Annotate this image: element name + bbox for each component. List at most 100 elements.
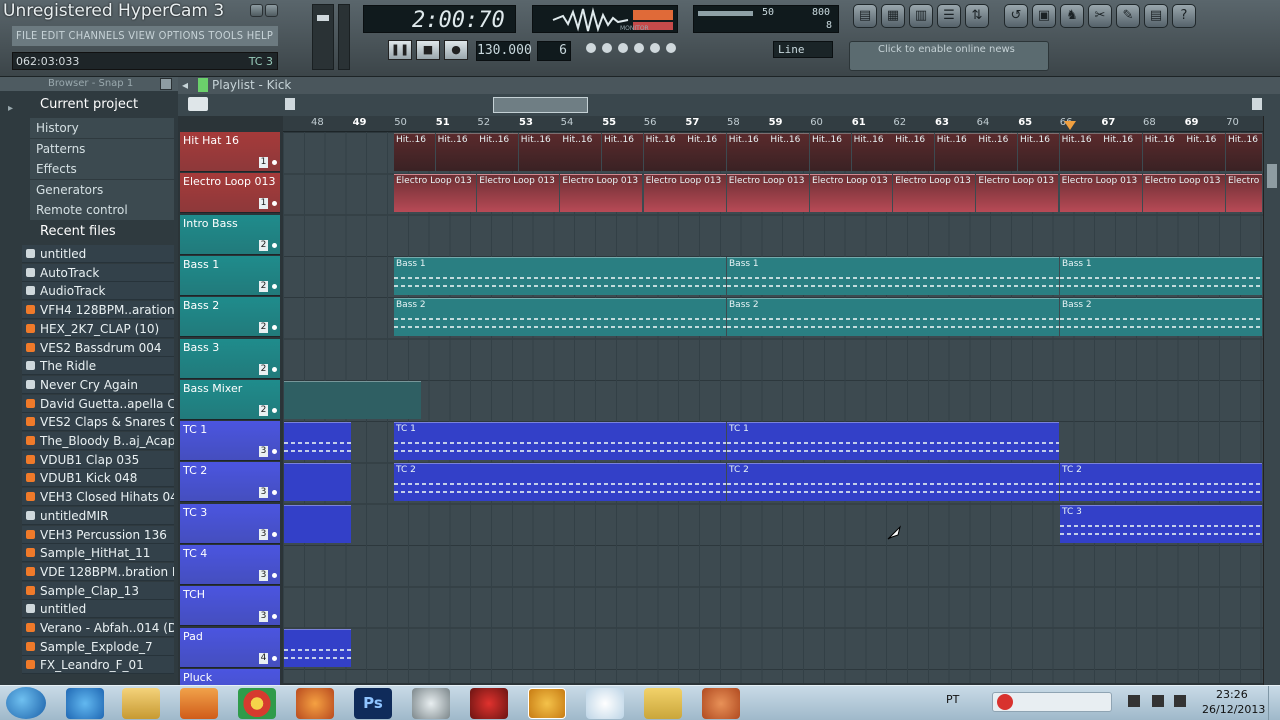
start-button-icon[interactable]: [6, 687, 46, 719]
hithat-clip[interactable]: Hit..16: [726, 133, 768, 171]
track-header[interactable]: Electro Loop 013 1: [180, 173, 280, 214]
pause-button[interactable]: ❚❚: [388, 40, 412, 60]
bar-number[interactable]: 54: [561, 117, 574, 128]
electro-loop-clip[interactable]: Electro Loop 013: [1142, 174, 1225, 213]
bass2-clip[interactable]: Bass 2: [727, 298, 1059, 337]
recent-files-heading[interactable]: Recent files: [40, 224, 116, 239]
track-header[interactable]: Bass 1 2: [180, 255, 280, 296]
track-mute-led[interactable]: [272, 160, 277, 165]
export-icon[interactable]: ♞: [1060, 4, 1084, 28]
hithat-clip[interactable]: Hit..16: [560, 133, 602, 171]
option-radio-4[interactable]: [634, 43, 644, 53]
time-display[interactable]: 2:00:70: [363, 5, 516, 33]
folder-app-icon[interactable]: [644, 688, 682, 719]
snap-selector[interactable]: Line: [773, 41, 833, 58]
stop-button[interactable]: ■: [416, 40, 440, 60]
show-desktop-button[interactable]: [1268, 686, 1280, 720]
track-mute-led[interactable]: [272, 325, 277, 331]
bar-number[interactable]: 60: [810, 117, 823, 128]
recent-file-item[interactable]: untitledMIR: [22, 506, 174, 525]
cut-icon[interactable]: ✂: [1088, 4, 1112, 28]
hithat-clip[interactable]: Hit..16: [1059, 133, 1101, 171]
electro-loop-clip[interactable]: Electro Loop 013: [1226, 174, 1262, 213]
bar-number[interactable]: 57: [685, 117, 699, 128]
fl-studio-taskbar-icon[interactable]: [528, 688, 566, 719]
vertical-scrollbar[interactable]: [1263, 116, 1280, 685]
minimize-button[interactable]: [250, 4, 263, 17]
bar-number[interactable]: 55: [602, 117, 616, 128]
cloud-app-icon[interactable]: [586, 688, 624, 719]
hithat-clip[interactable]: Hit..16: [851, 133, 893, 171]
track-header[interactable]: TC 2 3: [180, 462, 280, 503]
tempo-display[interactable]: 130.000: [476, 41, 532, 61]
recent-file-item[interactable]: AudioTrack: [22, 282, 174, 301]
hithat-clip[interactable]: Hit..16: [685, 133, 727, 171]
track-header[interactable]: TCH 3: [180, 586, 280, 627]
bar-number[interactable]: 64: [977, 117, 990, 128]
track-mute-led[interactable]: [272, 490, 277, 496]
option-radio-2[interactable]: [602, 43, 612, 53]
tc1-clip[interactable]: TC 1: [727, 422, 1059, 461]
close-window-button[interactable]: [265, 4, 278, 17]
recent-file-item[interactable]: VEH3 Closed Hihats 042: [22, 488, 174, 507]
recent-file-item[interactable]: VFH4 128BPM..aration Kit 5: [22, 301, 174, 320]
hithat-clip[interactable]: Hit..16: [1184, 133, 1226, 171]
playlist-title[interactable]: Playlist - Kick: [212, 77, 291, 94]
online-news-panel[interactable]: Click to enable online news: [849, 41, 1049, 71]
recent-file-item[interactable]: untitled: [22, 245, 174, 263]
hithat-clip[interactable]: Hit..16: [893, 133, 935, 171]
track-mute-led[interactable]: [272, 242, 277, 248]
bass1-clip[interactable]: Bass 1: [394, 256, 726, 295]
pad-clip[interactable]: [284, 628, 351, 667]
hithat-clip[interactable]: Hit..16: [768, 133, 810, 171]
playlist-menu-icon[interactable]: ◂: [182, 77, 188, 94]
hithat-clip[interactable]: Hit..16: [1101, 133, 1143, 171]
hithat-clip[interactable]: Hit..16: [1018, 133, 1059, 171]
recent-file-item[interactable]: untitled: [22, 600, 174, 619]
tree-item-effects[interactable]: Effects: [30, 159, 174, 179]
electro-loop-clip[interactable]: Electro Loop 013: [477, 174, 560, 213]
save-icon[interactable]: ▣: [1032, 4, 1056, 28]
track-header[interactable]: Intro Bass 2: [180, 214, 280, 255]
recent-file-item[interactable]: VDUB1 Kick 048: [22, 469, 174, 488]
tc2-clip[interactable]: TC 2: [394, 463, 726, 502]
tc2-clip[interactable]: TC 2: [1060, 463, 1262, 502]
track-mute-led[interactable]: [272, 573, 277, 578]
tc1-intro-clip[interactable]: [284, 422, 351, 461]
recent-file-item[interactable]: Sample_HitHat_11: [22, 544, 174, 563]
recent-file-item[interactable]: Sample_Explode_7: [22, 637, 174, 656]
hithat-clip[interactable]: Hit..16: [1226, 133, 1262, 171]
internet-explorer-icon[interactable]: [66, 688, 104, 719]
recent-file-item[interactable]: VES2 Bassdrum 004: [22, 338, 174, 357]
recent-file-item[interactable]: VEH3 Percussion 136: [22, 525, 174, 544]
playhead-marker[interactable]: [1064, 116, 1076, 130]
flag-icon[interactable]: [1128, 695, 1140, 707]
master-pitch-slider[interactable]: [338, 4, 350, 70]
option-radio-6[interactable]: [666, 43, 676, 53]
track-mute-led[interactable]: [272, 201, 277, 207]
tc3-intro-clip[interactable]: [284, 504, 351, 543]
bar-number[interactable]: 50: [394, 117, 407, 128]
option-radio-3[interactable]: [618, 43, 628, 53]
option-radio-1[interactable]: [586, 43, 596, 53]
volume-handle[interactable]: [317, 15, 329, 21]
current-project-heading[interactable]: Current project: [40, 97, 138, 112]
hithat-clip[interactable]: Hit..16: [435, 133, 477, 171]
app-icon-red[interactable]: [470, 688, 508, 719]
electro-loop-clip[interactable]: Electro Loop 013: [726, 174, 809, 213]
bar-number[interactable]: 62: [893, 117, 906, 128]
settings-icon[interactable]: ▤: [1144, 4, 1168, 28]
input-language[interactable]: PT: [946, 693, 959, 706]
record-stop-icon[interactable]: [997, 694, 1013, 710]
track-header[interactable]: Pad 4: [180, 627, 280, 668]
recent-file-item[interactable]: FX_Leandro_F_01: [22, 656, 174, 675]
track-mute-led[interactable]: [272, 655, 277, 661]
hithat-clip[interactable]: Hit..16: [477, 133, 519, 171]
bar-number[interactable]: 56: [644, 117, 657, 128]
recent-file-item[interactable]: HEX_2K7_CLAP (10): [22, 319, 174, 338]
electro-loop-clip[interactable]: Electro Loop 013: [810, 174, 892, 213]
electro-loop-clip[interactable]: Electro Loop 013: [893, 174, 976, 213]
bar-number[interactable]: 68: [1143, 117, 1156, 128]
vertical-scroll-thumb[interactable]: [1267, 164, 1277, 188]
tc3-clip[interactable]: TC 3: [1060, 504, 1262, 543]
